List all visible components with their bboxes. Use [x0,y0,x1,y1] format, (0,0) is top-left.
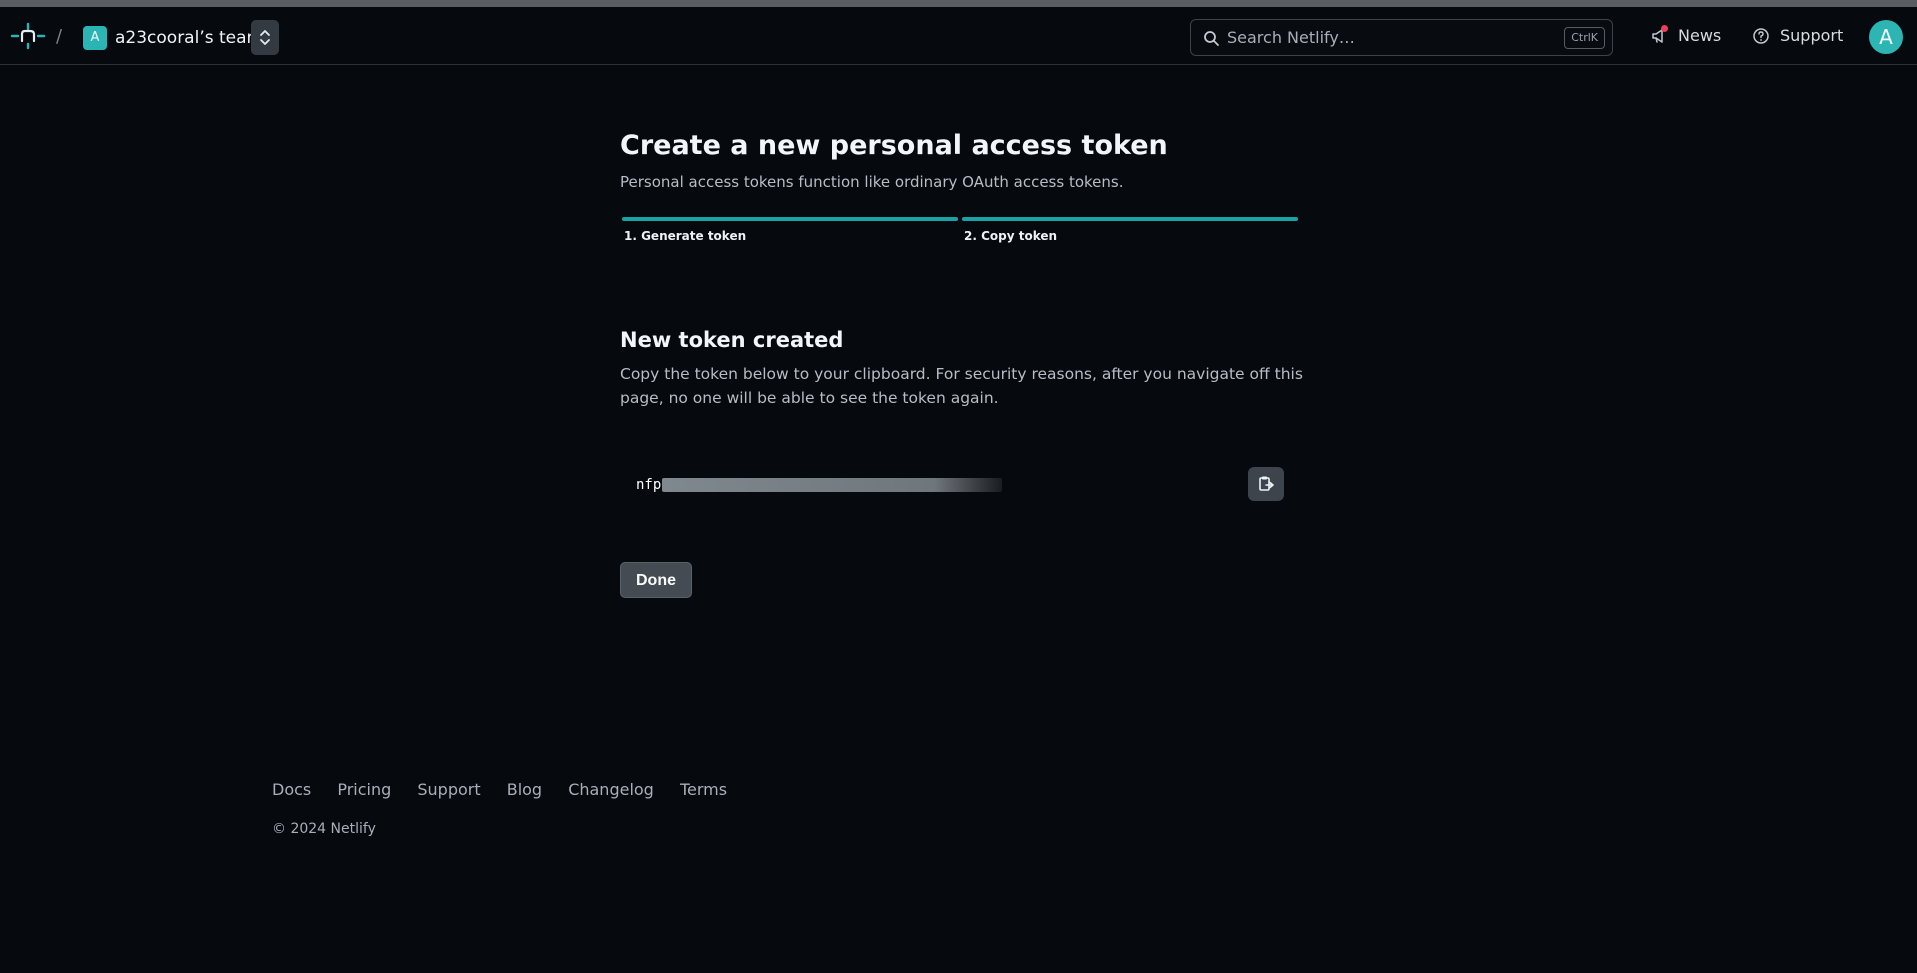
support-label: Support [1780,26,1844,45]
top-navigation-bar: / A a23cooral’s team Search Netlify… Ctr… [0,7,1917,65]
team-avatar[interactable]: A [83,26,107,50]
page-title: Create a new personal access token [620,130,1168,161]
team-switcher-button[interactable] [251,20,279,55]
browser-chrome-strip [0,0,1917,7]
notification-dot [1661,25,1668,32]
team-name[interactable]: a23cooral’s team [115,26,263,50]
token-redacted-mask [662,478,1003,492]
token-prefix: nfp [636,477,662,493]
copyright-text: © 2024 Netlify [272,821,376,837]
search-input[interactable]: Search Netlify… CtrlK [1190,19,1613,56]
netlify-logo-icon[interactable] [10,22,46,50]
user-avatar[interactable]: A [1869,20,1903,54]
step-copy-token: 2. Copy token [962,217,1298,257]
search-icon [1204,31,1219,46]
section-title: New token created [620,328,844,352]
breadcrumb-separator: / [56,26,63,47]
footer-link-docs[interactable]: Docs [272,779,311,801]
done-button[interactable]: Done [620,562,692,598]
search-placeholder: Search Netlify… [1227,28,1355,47]
copy-token-button[interactable] [1248,467,1284,501]
chevron-up-down-icon [260,30,270,45]
footer-link-support[interactable]: Support [417,779,480,801]
footer-link-blog[interactable]: Blog [507,779,542,801]
footer-links: Docs Pricing Support Blog Changelog Term… [272,779,748,801]
step-label: 1. Generate token [624,229,747,243]
footer-link-terms[interactable]: Terms [680,779,727,801]
step-progress-bar [622,217,958,221]
clipboard-icon [1259,476,1274,491]
step-generate-token: 1. Generate token [622,217,958,257]
token-value: nfp [636,474,1003,496]
footer-link-pricing[interactable]: Pricing [337,779,391,801]
news-label: News [1678,26,1722,45]
page-subtitle: Personal access tokens function like ord… [620,173,1124,191]
keyboard-shortcut-badge: CtrlK [1564,27,1605,49]
step-progress-bar [962,217,1298,221]
footer-link-changelog[interactable]: Changelog [568,779,654,801]
section-description: Copy the token below to your clipboard. … [620,365,1303,407]
step-label: 2. Copy token [964,229,1058,243]
help-circle-icon [1753,28,1769,44]
